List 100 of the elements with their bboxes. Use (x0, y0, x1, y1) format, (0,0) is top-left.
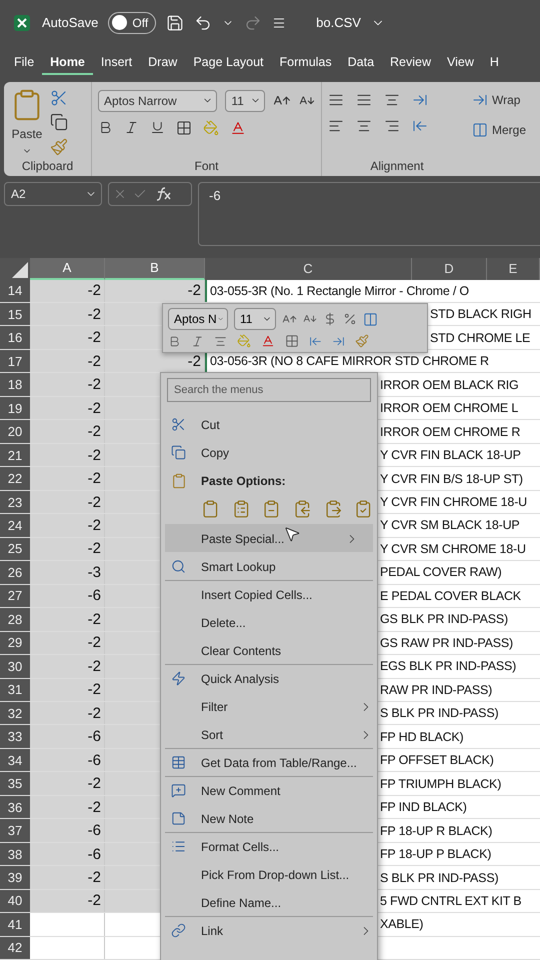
menu-item[interactable]: Format Cells... (165, 832, 373, 860)
menu-item[interactable]: Smart Lookup (165, 552, 373, 580)
row-header[interactable]: 17 (0, 350, 30, 372)
format-painter-icon[interactable] (50, 138, 68, 156)
percent-icon[interactable] (343, 312, 357, 326)
fill-color-icon[interactable] (203, 120, 219, 136)
increase-decimal-icon[interactable] (332, 334, 345, 348)
row-header[interactable]: 32 (0, 702, 30, 724)
mouse-cursor-icon (283, 525, 301, 543)
row-header[interactable]: 23 (0, 490, 30, 514)
italic-icon[interactable] (191, 334, 204, 348)
row-header[interactable]: 18 (0, 373, 30, 396)
search-field[interactable]: Search the menus (167, 378, 371, 402)
ribbon-tab[interactable]: Page Layout (185, 50, 272, 75)
clipboard-list-icon[interactable] (232, 499, 250, 519)
menu-item[interactable]: Paste Special... (165, 524, 373, 552)
ribbon-tab[interactable]: Data (340, 50, 382, 75)
ribbon-tab[interactable]: Draw (140, 50, 186, 75)
row-header[interactable]: 19 (0, 396, 30, 420)
undo-icon[interactable] (194, 14, 212, 32)
font-name-field[interactable]: Aptos Narrow (98, 90, 218, 112)
name-box[interactable]: A2 (4, 182, 102, 206)
column-header[interactable]: B (105, 258, 205, 280)
fill-color-icon[interactable] (237, 334, 251, 348)
borders-icon[interactable] (285, 334, 299, 348)
decrease-decimal-icon[interactable] (309, 334, 322, 348)
clipboard-paste-icon[interactable] (324, 499, 342, 519)
font-size-field[interactable]: 11 (225, 90, 266, 112)
font-color-icon[interactable] (261, 334, 275, 348)
redo-icon[interactable] (244, 14, 262, 32)
row-header[interactable]: 27 (0, 584, 30, 608)
row-header[interactable]: 39 (0, 866, 30, 889)
menu-item[interactable]: Delete... (165, 608, 373, 636)
row-header[interactable]: 41 (0, 913, 30, 936)
font-size-field[interactable]: 11 (234, 308, 276, 330)
select-all-icon[interactable] (12, 262, 28, 278)
bold-icon[interactable] (168, 334, 181, 348)
file-name[interactable]: bo.CSV (316, 15, 361, 30)
row-header[interactable]: 16 (0, 326, 30, 349)
ribbon-tab[interactable]: File (6, 50, 42, 75)
ribbon-tab[interactable]: Formulas (272, 50, 340, 75)
menu-item[interactable]: Insert Copied Cells... (165, 580, 373, 608)
row-header[interactable]: 24 (0, 514, 30, 537)
format-painter-icon[interactable] (355, 334, 369, 348)
row-header[interactable]: 15 (0, 303, 30, 326)
customize-icon[interactable] (272, 16, 286, 30)
menu-item[interactable]: Filter (165, 692, 373, 720)
clipboard-icon[interactable] (201, 499, 220, 519)
row-header[interactable]: 31 (0, 678, 30, 701)
save-icon[interactable] (166, 14, 184, 32)
row-header[interactable]: 20 (0, 420, 30, 443)
row-header[interactable]: 35 (0, 772, 30, 795)
menu-item[interactable]: Link (165, 916, 373, 944)
row-header[interactable]: 37 (0, 819, 30, 842)
row-header[interactable]: 30 (0, 655, 30, 678)
menu-item[interactable]: Define Name... (165, 888, 373, 916)
row-header[interactable]: 14 (0, 280, 30, 302)
menu-item[interactable]: Quick Analysis (165, 664, 373, 692)
autosave-toggle[interactable]: Off (108, 12, 156, 34)
currency-icon[interactable] (323, 312, 337, 326)
wrap-text-button[interactable]: Wrap (492, 92, 520, 107)
row-header[interactable]: 36 (0, 796, 30, 818)
formula-field[interactable]: -6 (198, 182, 540, 246)
font-color-icon[interactable] (230, 120, 246, 136)
underline-icon[interactable] (150, 120, 165, 136)
menu-item[interactable]: New Comment (165, 776, 373, 804)
menu-item[interactable]: Pick From Drop-down List... (165, 860, 373, 888)
menu-item[interactable]: Sort (165, 720, 373, 748)
ribbon-tab[interactable]: Insert (92, 50, 140, 75)
menu-item[interactable]: Copy (165, 438, 373, 466)
ribbon-tab[interactable]: Home (42, 50, 93, 75)
row-header[interactable]: 25 (0, 538, 30, 560)
column-header[interactable]: A (30, 258, 105, 280)
row-header[interactable]: 38 (0, 842, 30, 866)
menu-item[interactable]: Cut (165, 410, 373, 438)
menu-item[interactable]: Get Data from Table/Range... (165, 748, 373, 776)
borders-icon[interactable] (176, 120, 192, 136)
ribbon-tab[interactable]: Review (382, 50, 440, 75)
paste-button[interactable]: Paste (12, 127, 42, 142)
row-header[interactable]: 28 (0, 608, 30, 631)
menu-item[interactable]: Clear Contents (165, 636, 373, 664)
font-name-field[interactable]: Aptos N (168, 308, 228, 330)
row-header[interactable]: 40 (0, 890, 30, 912)
scissors-icon[interactable] (50, 89, 68, 107)
menu-item[interactable]: New Note (165, 804, 373, 832)
row-header[interactable]: 21 (0, 444, 30, 466)
row-header[interactable]: 26 (0, 561, 30, 584)
align-center-icon[interactable] (214, 334, 227, 348)
row-header[interactable]: 34 (0, 748, 30, 772)
clipboard-copy-icon[interactable] (293, 499, 312, 519)
row-header[interactable]: 33 (0, 725, 30, 748)
row-header[interactable]: 42 (0, 936, 30, 960)
merge-button[interactable]: Merge (492, 122, 526, 137)
row-header[interactable]: 29 (0, 632, 30, 654)
row-header[interactable]: 22 (0, 467, 30, 490)
merge-icon[interactable] (363, 312, 378, 326)
italic-icon[interactable] (124, 120, 139, 136)
copy-icon[interactable] (50, 113, 68, 132)
ribbon-tab[interactable]: View (439, 50, 482, 75)
ribbon-tab[interactable]: H (482, 50, 507, 75)
